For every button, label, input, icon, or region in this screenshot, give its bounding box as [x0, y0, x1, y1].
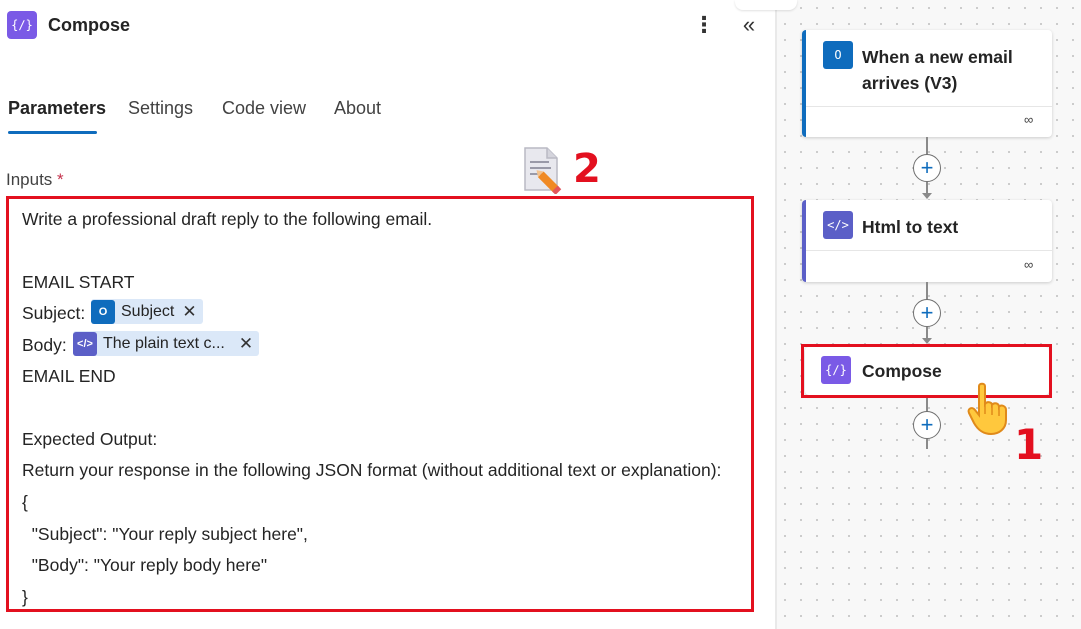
subject-token[interactable]: O Subject ✕	[91, 299, 203, 324]
tab-about[interactable]: About	[334, 98, 381, 119]
card-accent-bar	[802, 30, 806, 137]
card-title-line: When a new email	[862, 47, 1013, 67]
flow-connector	[926, 137, 928, 155]
required-marker: *	[57, 170, 64, 189]
editor-line: Expected Output:	[22, 429, 158, 449]
inputs-label: Inputs *	[6, 170, 64, 190]
collapse-panel-button[interactable]: «	[736, 12, 762, 38]
panel-title: Compose	[48, 15, 131, 35]
editor-line: Subject:	[22, 303, 86, 323]
card-title: Html to text	[862, 217, 959, 237]
editor-line: Write a professional draft reply to the …	[22, 209, 433, 229]
step-2-annotation: 2	[573, 146, 601, 192]
card-title: When a new email arrives (V3)	[862, 44, 1013, 96]
flow-arrowhead	[922, 193, 932, 199]
subject-token-label: Subject	[121, 302, 175, 320]
document-pencil-icon	[524, 147, 562, 194]
trigger-card-new-email[interactable]: O When a new email arrives (V3) ∞	[802, 30, 1052, 137]
outlook-icon: O	[823, 41, 853, 69]
tab-parameters[interactable]: Parameters	[8, 98, 106, 119]
inputs-label-text: Inputs	[6, 170, 53, 189]
tab-code-view[interactable]: Code view	[222, 98, 306, 119]
canvas-top-handle	[735, 0, 797, 10]
link-icon[interactable]: ∞	[1024, 112, 1033, 127]
compose-highlight-box	[801, 344, 1052, 398]
card-accent-bar	[802, 200, 806, 282]
card-footer	[806, 106, 1052, 107]
inputs-editor[interactable]: Write a professional draft reply to the …	[6, 196, 754, 612]
flow-connector	[926, 439, 928, 449]
html-to-text-icon: </>	[823, 211, 853, 239]
editor-line: "Body": "Your reply body here"	[22, 555, 268, 575]
editor-line: {	[22, 492, 28, 512]
html-to-text-icon: </>	[73, 331, 97, 356]
tab-settings[interactable]: Settings	[128, 98, 193, 119]
editor-line: EMAIL START	[22, 272, 135, 292]
editor-line: EMAIL END	[22, 366, 116, 386]
add-step-button[interactable]: +	[913, 299, 941, 327]
link-icon[interactable]: ∞	[1024, 257, 1033, 272]
card-footer	[806, 250, 1052, 251]
details-panel: {∕} Compose ⋮ « Parameters Settings Code…	[0, 0, 775, 629]
editor-line: Body:	[22, 335, 67, 355]
step-1-annotation: 1	[1014, 420, 1044, 469]
active-tab-indicator	[8, 131, 97, 134]
card-title-line: arrives (V3)	[862, 73, 958, 93]
action-card-html-to-text[interactable]: </> Html to text ∞	[802, 200, 1052, 282]
flow-connector	[926, 282, 928, 300]
compose-icon: {∕}	[7, 11, 37, 39]
add-step-button[interactable]: +	[913, 411, 941, 439]
body-token-label: The plain text c...	[103, 334, 225, 352]
editor-line: }	[22, 587, 28, 607]
editor-line: "Subject": "Your reply subject here",	[22, 524, 308, 544]
flow-connector	[926, 398, 928, 412]
remove-subject-token-button[interactable]: ✕	[182, 302, 196, 322]
outlook-icon: O	[91, 299, 115, 324]
pointing-hand-icon	[967, 382, 1007, 436]
more-options-button[interactable]: ⋮	[692, 12, 716, 38]
remove-body-token-button[interactable]: ✕	[239, 334, 253, 354]
body-token[interactable]: </> The plain text c... ✕	[73, 331, 260, 356]
editor-line: Return your response in the following JS…	[22, 460, 722, 480]
add-step-button[interactable]: +	[913, 154, 941, 182]
